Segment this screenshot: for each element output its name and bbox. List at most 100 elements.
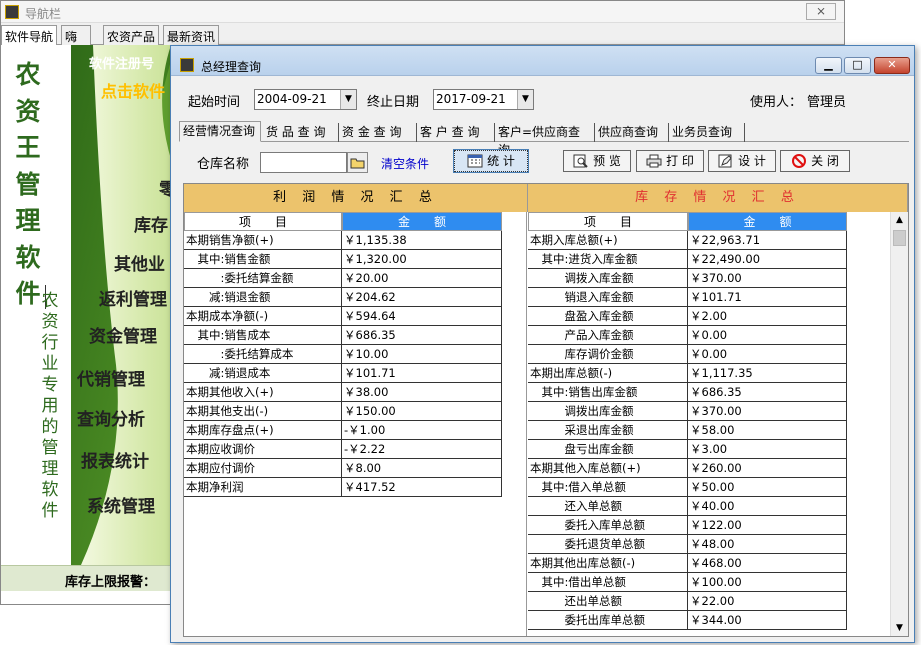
inventory-amount-cell: ￥58.00	[688, 421, 847, 440]
profit-item-cell: 其中:销售金额	[184, 250, 342, 269]
tab-salesmen[interactable]: 业务员查询	[669, 123, 745, 142]
menu-item-query[interactable]: 查询分析	[77, 405, 145, 430]
inventory-row: 委托退货单总额 ￥48.00	[528, 535, 847, 554]
inventory-row: 销退入库金额 ￥101.71	[528, 288, 847, 307]
inventory-amount-cell: ￥1,117.35	[688, 364, 847, 383]
inventory-amount-cell: ￥22.00	[688, 592, 847, 611]
profit-summary-title: 利 润 情 况 汇 总	[184, 184, 528, 212]
tab-goods[interactable]: 货 品 查 询	[263, 123, 339, 142]
profit-row: 本期销售净额(+) ￥1,135.38	[184, 231, 502, 250]
menu-item-consignment[interactable]: 代销管理	[77, 365, 145, 390]
inventory-item-cell: 销退入库金额	[528, 288, 688, 307]
profit-row: 减:销退成本 ￥101.71	[184, 364, 502, 383]
menu-item-reports[interactable]: 报表统计	[81, 447, 149, 472]
inventory-item-cell: 其中:借出单总额	[528, 573, 688, 592]
inventory-row: 调拨入库金额 ￥370.00	[528, 269, 847, 288]
vertical-scrollbar[interactable]: ▲ ▼	[890, 212, 908, 636]
profit-item-cell: 本期其他支出(-)	[184, 402, 342, 421]
inventory-amount-cell: ￥0.00	[688, 345, 847, 364]
inventory-row: 其中:进货入库金额 ￥22,490.00	[528, 250, 847, 269]
inventory-item-cell: 委托出库单总额	[528, 611, 688, 630]
statistics-button[interactable]: 统 计	[453, 149, 529, 173]
inventory-row: 还入单总额 ￥40.00	[528, 497, 847, 516]
menu-item-rebate[interactable]: 返利管理	[99, 285, 167, 310]
inventory-amount-cell: ￥0.00	[688, 326, 847, 345]
scroll-thumb[interactable]	[893, 230, 906, 246]
end-date-picker[interactable]: 2017-09-21 ▼	[433, 89, 534, 110]
inventory-row: 委托入库单总额 ￥122.00	[528, 516, 847, 535]
profit-row: 本期其他收入(+) ￥38.00	[184, 383, 502, 402]
profit-amount-header: 金 额	[342, 212, 502, 231]
chevron-down-icon[interactable]: ▼	[340, 90, 356, 109]
scroll-up-icon[interactable]: ▲	[891, 212, 908, 228]
inventory-amount-cell: ￥22,963.71	[688, 231, 847, 250]
profit-row: 本期应收调价 -￥2.22	[184, 440, 502, 459]
profit-amount-cell: ￥101.71	[342, 364, 502, 383]
inventory-item-cell: 委托入库单总额	[528, 516, 688, 535]
nav-tab-software[interactable]: 软件导航	[1, 25, 57, 45]
app-name: 农资王管理软件	[15, 60, 41, 308]
inventory-row: 委托出库单总额 ￥344.00	[528, 611, 847, 630]
profit-amount-cell: ￥10.00	[342, 345, 502, 364]
profit-amount-cell: ￥8.00	[342, 459, 502, 478]
click-software-label[interactable]: 点击软件	[101, 78, 165, 102]
profit-item-header: 项 目	[184, 212, 342, 231]
close-window-button[interactable]: ✕	[874, 57, 910, 74]
inventory-item-cell: 其中:销售出库金额	[528, 383, 688, 402]
nav-tab-news[interactable]: 最新资讯	[163, 25, 219, 45]
print-button[interactable]: 打 印	[636, 150, 704, 172]
menu-item-other[interactable]: 其他业	[114, 250, 165, 275]
warehouse-label: 仓库名称	[197, 157, 250, 172]
profit-item-cell: 本期成本净额(-)	[184, 307, 342, 326]
profit-item-cell: 本期净利润	[184, 478, 342, 497]
tagline: 农资行业专用的管理软件	[41, 291, 59, 521]
summary-report: 利 润 情 况 汇 总 库 存 情 况 汇 总 项 目 金 额 项 目 金 额 …	[183, 183, 909, 637]
folder-browse-button[interactable]	[347, 152, 368, 173]
profit-row: 其中:销售成本 ￥686.35	[184, 326, 502, 345]
window-icon	[180, 58, 194, 72]
preview-button[interactable]: 预 览	[563, 150, 631, 172]
magnifier-icon	[573, 154, 588, 168]
profit-amount-cell: ￥1,135.38	[342, 231, 502, 250]
start-date-picker[interactable]: 2004-09-21 ▼	[254, 89, 357, 110]
stock-alarm-label: 库存上限报警：	[65, 575, 157, 590]
inventory-row: 其中:借入单总额 ￥50.00	[528, 478, 847, 497]
tab-suppliers[interactable]: 供应商查询	[595, 123, 669, 142]
chevron-down-icon[interactable]: ▼	[517, 90, 533, 109]
maximize-button[interactable]: □	[844, 57, 871, 74]
end-date-value: 2017-09-21	[436, 92, 506, 106]
nav-tab-products[interactable]: 农资产品	[103, 25, 159, 45]
scroll-down-icon[interactable]: ▼	[891, 620, 908, 636]
profit-item-cell: 本期库存盘点(+)	[184, 421, 342, 440]
inventory-item-cell: 本期入库总额(+)	[528, 231, 688, 250]
inventory-amount-cell: ￥2.00	[688, 307, 847, 326]
tab-business[interactable]: 经营情况查询	[179, 121, 261, 142]
inventory-item-cell: 盘亏出库金额	[528, 440, 688, 459]
minimize-button[interactable]: ▁	[815, 57, 842, 74]
nav-tab-hi[interactable]: 嗨网	[61, 25, 91, 61]
profit-amount-cell: ￥150.00	[342, 402, 502, 421]
menu-item-system[interactable]: 系统管理	[87, 492, 155, 517]
design-button[interactable]: 设 计	[708, 150, 776, 172]
nav-close-button[interactable]: ⨯	[806, 3, 836, 20]
clear-conditions-link[interactable]: 清空条件	[381, 155, 429, 172]
inventory-amount-cell: ￥101.71	[688, 288, 847, 307]
warehouse-input[interactable]	[260, 152, 347, 173]
column-divider	[526, 212, 528, 636]
inventory-row: 本期入库总额(+) ￥22,963.71	[528, 231, 847, 250]
tab-customer-supplier[interactable]: 客户=供应商查询	[495, 123, 595, 157]
profit-row: :委托结算成本 ￥10.00	[184, 345, 502, 364]
close-button[interactable]: 关 闭	[780, 150, 850, 172]
menu-item-funds[interactable]: 资金管理	[89, 322, 157, 347]
inventory-row: 本期其他入库总额(+) ￥260.00	[528, 459, 847, 478]
inventory-item-cell: 委托退货单总额	[528, 535, 688, 554]
inventory-amount-cell: ￥48.00	[688, 535, 847, 554]
profit-row: 减:销退金额 ￥204.62	[184, 288, 502, 307]
tab-funds[interactable]: 资 金 查 询	[339, 123, 417, 142]
folder-icon	[350, 158, 364, 169]
preview-label: 预 览	[593, 154, 621, 168]
inventory-amount-cell: ￥260.00	[688, 459, 847, 478]
design-label: 设 计	[738, 154, 766, 168]
menu-item-inventory[interactable]: 库存	[134, 211, 168, 236]
tab-customers[interactable]: 客 户 查 询	[417, 123, 495, 142]
